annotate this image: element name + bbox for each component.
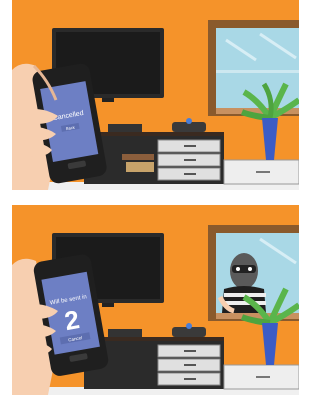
cabinet-handle [256, 376, 270, 378]
scene-panel-countdown: Will be sent in 2 Cancel [12, 205, 299, 395]
living-room-scene: Will be sent in 2 Cancel [12, 205, 299, 395]
scene-panel-cancelled: Cancelled Back [12, 0, 299, 190]
cabinet-handle [256, 171, 270, 173]
living-room-scene: Cancelled Back [12, 0, 299, 190]
burglar-mask [232, 265, 256, 273]
